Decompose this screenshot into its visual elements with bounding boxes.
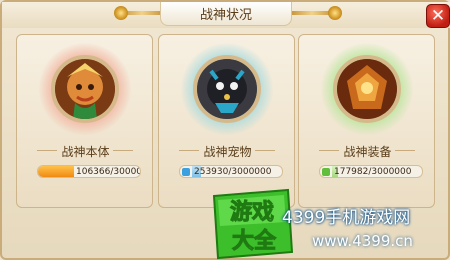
title-bar: 战神状况 [2,2,450,28]
gem-icon [322,168,330,176]
card-label: 战神本体 [61,145,110,159]
title-ornament-knob-right [328,6,342,20]
card-warrior[interactable]: 战神本体 106366/300000 [16,34,153,208]
pet-portrait-art [197,59,257,119]
warrior-portrait-art [55,59,115,119]
title-ornament-knob-left [114,6,128,20]
watermark-site-name: 4399手机游戏网 [282,208,411,228]
progress-bar: 106366/300000 [37,165,141,178]
progress-value: 177982/3000000 [334,167,412,177]
close-button[interactable]: ✕ [426,4,450,28]
progress-value: 253930/3000000 [194,167,272,177]
pet-portrait-icon[interactable] [193,55,261,123]
card-label: 战神宠物 [203,145,252,159]
equipment-portrait-icon[interactable] [333,55,401,123]
card-pet[interactable]: 战神宠物 253930/3000000 [158,34,295,208]
card-label: 战神装备 [343,145,392,159]
progress-bar: 177982/3000000 [319,165,423,178]
watermark-url: www.4399.cn [312,232,413,250]
logo-line1: 游戏 [230,199,274,225]
gem-icon [182,168,190,176]
page-title: 战神状况 [160,2,292,26]
card-equipment[interactable]: 战神装备 177982/3000000 [298,34,435,208]
progress-bar: 253930/3000000 [179,165,283,178]
equipment-portrait-art [337,59,397,119]
warrior-portrait-icon[interactable] [51,55,119,123]
close-icon[interactable]: ✕ [431,6,445,26]
logo-line2: 大全 [232,228,277,254]
title-ornament-right [292,11,332,15]
title-ornament-left [122,11,162,15]
progress-value: 106366/300000 [76,167,141,177]
progress-fill [38,166,75,177]
